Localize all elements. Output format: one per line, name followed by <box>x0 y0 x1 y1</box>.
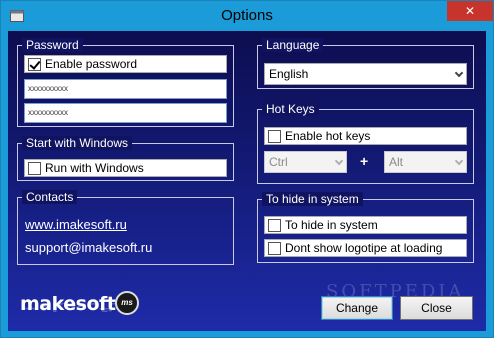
hotkeys-group-title: Hot Keys <box>262 102 319 116</box>
window-title: Options <box>221 7 273 24</box>
startup-group-title: Start with Windows <box>22 136 133 150</box>
chevron-down-icon <box>334 156 344 166</box>
language-group-title: Language <box>262 38 324 52</box>
hotkey-second-select[interactable]: Alt <box>384 151 467 173</box>
enable-hotkeys-label: Enable hot keys <box>285 129 371 143</box>
chevron-down-icon <box>454 156 464 166</box>
run-with-windows-label: Run with Windows <box>45 161 144 175</box>
hotkey-second-value: Alt <box>389 155 404 169</box>
hide-logo-checkbox[interactable] <box>268 241 281 255</box>
logo-reflection: makesoft <box>20 299 116 313</box>
hide-in-system-checkbox-row[interactable]: To hide in system <box>264 216 467 234</box>
contacts-group-title: Contacts <box>22 190 78 204</box>
support-email-link[interactable]: support@imakesoft.ru <box>25 240 152 255</box>
language-select[interactable]: English <box>264 63 467 85</box>
hotkey-modifier-value: Ctrl <box>269 155 288 169</box>
options-window: Options ✕ Password Enable password xxxxx… <box>0 0 494 338</box>
enable-hotkeys-checkbox[interactable] <box>268 129 281 143</box>
enable-password-checkbox[interactable] <box>28 57 41 71</box>
hide-group-title: To hide in system <box>262 192 363 206</box>
change-button[interactable]: Change <box>321 296 393 320</box>
title-bar[interactable]: Options ✕ <box>1 1 493 31</box>
hotkey-plus-sign: + <box>360 153 369 169</box>
makesoft-logo: makesoft makesoft ms <box>20 291 140 321</box>
hide-logo-checkbox-row[interactable]: Dont show logotipe at loading <box>264 239 467 257</box>
password-input[interactable]: xxxxxxxxxx <box>24 79 227 99</box>
website-link[interactable]: www.imakesoft.ru <box>25 217 127 232</box>
password-group-title: Password <box>22 38 83 52</box>
options-panel: Password Enable password xxxxxxxxxx xxxx… <box>8 31 486 331</box>
enable-password-checkbox-row[interactable]: Enable password <box>24 55 227 73</box>
chevron-down-icon <box>454 68 464 78</box>
enable-hotkeys-checkbox-row[interactable]: Enable hot keys <box>264 127 467 145</box>
password-confirm-input[interactable]: xxxxxxxxxx <box>24 103 227 123</box>
run-with-windows-checkbox[interactable] <box>28 161 41 175</box>
hide-in-system-label: To hide in system <box>285 218 378 232</box>
language-select-value: English <box>269 67 309 81</box>
run-with-windows-checkbox-row[interactable]: Run with Windows <box>24 159 227 177</box>
enable-password-label: Enable password <box>45 57 138 71</box>
close-button[interactable]: Close <box>400 296 473 320</box>
hotkey-modifier-select[interactable]: Ctrl <box>264 151 347 173</box>
window-close-button[interactable]: ✕ <box>447 1 493 21</box>
hide-in-system-checkbox[interactable] <box>268 218 281 232</box>
logo-badge: ms <box>115 291 139 315</box>
hide-logo-label: Dont show logotipe at loading <box>285 241 443 255</box>
